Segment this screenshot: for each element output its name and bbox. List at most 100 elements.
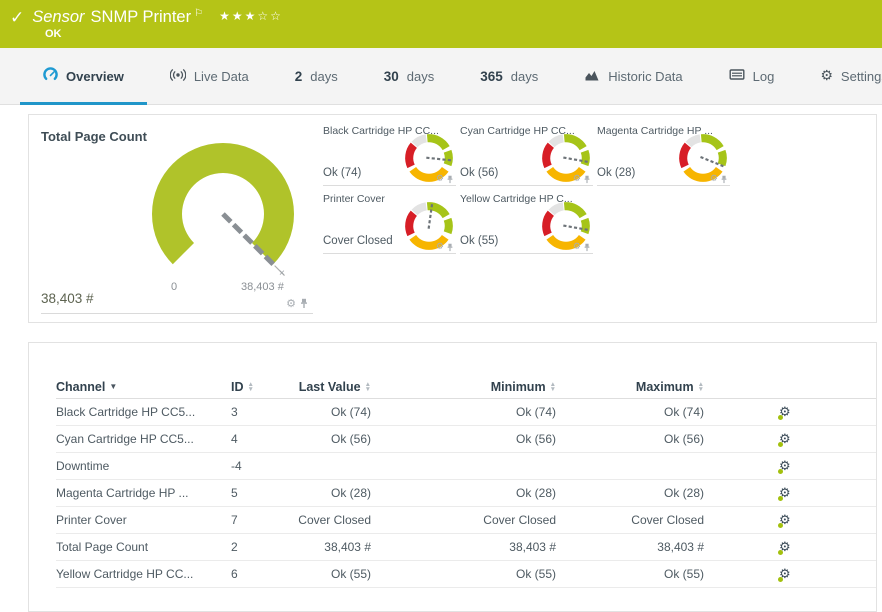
edit-channel-gear-icon[interactable]: ⚙ bbox=[779, 405, 794, 420]
cell-channel[interactable]: Yellow Cartridge HP CC... bbox=[56, 567, 231, 581]
mini-gauge-tile[interactable]: Yellow Cartridge HP C... Ok (55) ⚙ bbox=[460, 191, 593, 254]
cell-channel[interactable]: Printer Cover bbox=[56, 513, 231, 527]
column-header-id[interactable]: ID▲▼ bbox=[231, 380, 291, 394]
object-kind-label: Sensor bbox=[32, 8, 84, 27]
cell-last-value: Ok (55) bbox=[291, 567, 371, 581]
sensor-title: SNMP Printer bbox=[91, 8, 192, 27]
sort-both-icon[interactable]: ▲▼ bbox=[698, 382, 704, 392]
pin-icon[interactable] bbox=[446, 175, 454, 184]
cell-last-value: 38,403 # bbox=[291, 540, 371, 554]
settings-gear-icon: ⚙ bbox=[820, 68, 833, 84]
gauge-settings-gear-icon[interactable]: ⚙ bbox=[573, 175, 581, 184]
tab-label: Log bbox=[753, 69, 775, 84]
cell-id: -4 bbox=[231, 459, 291, 473]
gauge-settings-gear-icon[interactable]: ⚙ bbox=[286, 298, 296, 309]
cell-last-value: Cover Closed bbox=[291, 513, 371, 527]
cell-minimum: 38,403 # bbox=[371, 540, 556, 554]
column-header-channel[interactable]: Channel▼ bbox=[56, 380, 231, 394]
mini-gauge-tile[interactable]: Cyan Cartridge HP CC... Ok (56) ⚙ bbox=[460, 123, 593, 186]
tab-settings[interactable]: ⚙ Settings bbox=[797, 48, 882, 104]
tab-number: 2 bbox=[295, 69, 303, 84]
pin-icon[interactable] bbox=[446, 243, 454, 252]
total-page-count-gauge-tile[interactable]: Total Page Count × 38,403 # 0 38,403 # ⚙ bbox=[41, 123, 313, 314]
table-row[interactable]: Printer Cover 7 Cover Closed Cover Close… bbox=[56, 507, 876, 534]
cell-minimum: Ok (28) bbox=[371, 486, 556, 500]
cell-minimum: Ok (56) bbox=[371, 432, 556, 446]
edit-channel-gear-icon[interactable]: ⚙ bbox=[779, 513, 794, 528]
cell-maximum: Ok (55) bbox=[556, 567, 704, 581]
table-row[interactable]: Downtime -4 ⚙ bbox=[56, 453, 876, 480]
cell-last-value: Ok (28) bbox=[291, 486, 371, 500]
live-data-icon bbox=[170, 68, 186, 85]
edit-channel-gear-icon[interactable]: ⚙ bbox=[779, 459, 794, 474]
cell-last-value: Ok (74) bbox=[291, 405, 371, 419]
edit-channel-gear-icon[interactable]: ⚙ bbox=[779, 567, 794, 582]
historic-data-icon bbox=[584, 68, 600, 85]
cell-channel[interactable]: Black Cartridge HP CC5... bbox=[56, 405, 231, 419]
gauge-settings-gear-icon[interactable]: ⚙ bbox=[436, 175, 444, 184]
pin-icon[interactable] bbox=[720, 175, 728, 184]
tab-historic-data[interactable]: Historic Data bbox=[561, 48, 705, 104]
column-header-last[interactable]: Last Value▲▼ bbox=[291, 380, 371, 394]
priority-stars[interactable]: ★★★☆☆ bbox=[219, 9, 283, 23]
tab-label: Live Data bbox=[194, 69, 249, 84]
tab-365-days[interactable]: 365 days bbox=[457, 48, 561, 104]
flag-icon[interactable]: ⚐ bbox=[194, 8, 203, 19]
gauge-icon bbox=[43, 67, 58, 85]
edit-channel-gear-icon[interactable]: ⚙ bbox=[779, 540, 794, 555]
sensor-header: ✓ Sensor SNMP Printer ⚐ ★★★☆☆ OK bbox=[0, 0, 882, 48]
tab-overview[interactable]: Overview bbox=[20, 48, 147, 104]
mini-gauge-tile[interactable]: Printer Cover Cover Closed ⚙ bbox=[323, 191, 456, 254]
cell-maximum: Ok (28) bbox=[556, 486, 704, 500]
gauges-panel: Total Page Count × 38,403 # 0 38,403 # ⚙… bbox=[28, 114, 877, 323]
channel-table-panel: Channel▼ID▲▼Last Value▲▼Minimum▲▼Maximum… bbox=[28, 342, 877, 612]
cell-maximum: Ok (56) bbox=[556, 432, 704, 446]
table-header-row: Channel▼ID▲▼Last Value▲▼Minimum▲▼Maximum… bbox=[56, 375, 876, 399]
table-row[interactable]: Black Cartridge HP CC5... 3 Ok (74) Ok (… bbox=[56, 399, 876, 426]
table-row[interactable]: Cyan Cartridge HP CC5... 4 Ok (56) Ok (5… bbox=[56, 426, 876, 453]
needle-tip-marker: × bbox=[279, 268, 285, 279]
tab-log[interactable]: Log bbox=[706, 48, 798, 104]
table-row[interactable]: Yellow Cartridge HP CC... 6 Ok (55) Ok (… bbox=[56, 561, 876, 588]
tab-number: 365 bbox=[480, 69, 503, 84]
total-page-count-gauge bbox=[108, 119, 338, 289]
gauge-settings-gear-icon[interactable]: ⚙ bbox=[436, 243, 444, 252]
cell-channel[interactable]: Total Page Count bbox=[56, 540, 231, 554]
mini-gauge-value: Ok (28) bbox=[597, 167, 635, 179]
column-header-min[interactable]: Minimum▲▼ bbox=[371, 380, 556, 394]
gauge-settings-gear-icon[interactable]: ⚙ bbox=[710, 175, 718, 184]
gauge-settings-gear-icon[interactable]: ⚙ bbox=[573, 243, 581, 252]
cell-id: 5 bbox=[231, 486, 291, 500]
tab-bar: Overview Live Data 2 days 30 days 365 da… bbox=[0, 48, 882, 105]
tab-label: days bbox=[511, 69, 538, 84]
gauge-min-label: 0 bbox=[171, 281, 177, 293]
mini-gauges-area: Black Cartridge HP CC... Ok (74) ⚙ Cyan … bbox=[313, 123, 864, 314]
edit-channel-gear-icon[interactable]: ⚙ bbox=[779, 486, 794, 501]
gauge-max-label: 38,403 # bbox=[241, 281, 284, 293]
pin-icon[interactable] bbox=[583, 175, 591, 184]
table-row[interactable]: Total Page Count 2 38,403 # 38,403 # 38,… bbox=[56, 534, 876, 561]
pin-icon[interactable] bbox=[299, 298, 309, 309]
cell-last-value: Ok (56) bbox=[291, 432, 371, 446]
mini-gauge-tile[interactable]: Black Cartridge HP CC... Ok (74) ⚙ bbox=[323, 123, 456, 186]
cell-channel[interactable]: Downtime bbox=[56, 459, 231, 473]
sort-desc-icon[interactable]: ▼ bbox=[109, 382, 117, 391]
tab-label: Historic Data bbox=[608, 69, 682, 84]
tab-30-days[interactable]: 30 days bbox=[361, 48, 458, 104]
tab-number: 30 bbox=[384, 69, 399, 84]
cell-channel[interactable]: Cyan Cartridge HP CC5... bbox=[56, 432, 231, 446]
column-header-max[interactable]: Maximum▲▼ bbox=[556, 380, 704, 394]
cell-channel[interactable]: Magenta Cartridge HP ... bbox=[56, 486, 231, 500]
cell-id: 3 bbox=[231, 405, 291, 419]
tab-label: days bbox=[310, 69, 337, 84]
table-row[interactable]: Magenta Cartridge HP ... 5 Ok (28) Ok (2… bbox=[56, 480, 876, 507]
pin-icon[interactable] bbox=[583, 243, 591, 252]
mini-gauge-value: Ok (74) bbox=[323, 167, 361, 179]
cell-minimum: Ok (74) bbox=[371, 405, 556, 419]
mini-gauge-tile[interactable]: Magenta Cartridge HP ... Ok (28) ⚙ bbox=[597, 123, 730, 186]
mini-gauge-value: Ok (56) bbox=[460, 167, 498, 179]
tab-2-days[interactable]: 2 days bbox=[272, 48, 361, 104]
tab-live-data[interactable]: Live Data bbox=[147, 48, 272, 104]
edit-channel-gear-icon[interactable]: ⚙ bbox=[779, 432, 794, 447]
sort-both-icon[interactable]: ▲▼ bbox=[248, 382, 254, 392]
